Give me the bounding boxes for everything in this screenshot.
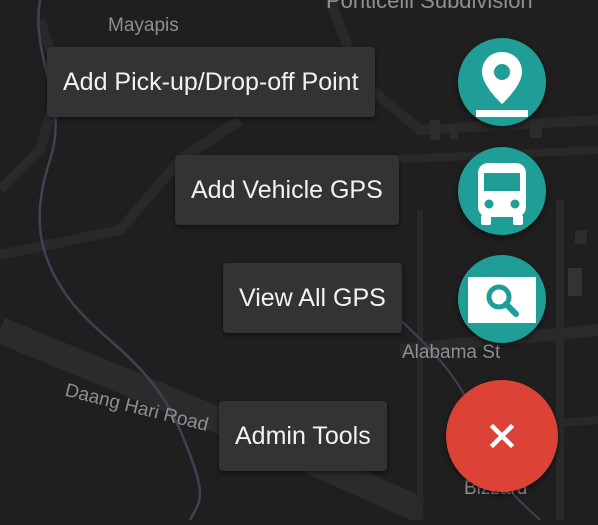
admin-tools-text: Admin Tools	[235, 421, 371, 450]
add-vehicle-gps-button[interactable]	[458, 147, 546, 235]
add-pickup-dropoff-button[interactable]	[458, 38, 546, 126]
close-icon	[489, 423, 515, 449]
view-all-gps-label[interactable]: View All GPS	[223, 263, 402, 333]
view-all-gps-button[interactable]	[458, 255, 546, 343]
add-vehicle-gps-label[interactable]: Add Vehicle GPS	[175, 155, 399, 225]
admin-tools-label[interactable]: Admin Tools	[219, 401, 387, 471]
map-label-alabama-st: Alabama St	[402, 342, 501, 363]
view-all-gps-text: View All GPS	[239, 283, 386, 312]
map-label-mayapis: Mayapis	[108, 15, 179, 36]
add-vehicle-gps-text: Add Vehicle GPS	[191, 175, 383, 204]
search-icon	[468, 277, 536, 323]
add-pickup-dropoff-label[interactable]: Add Pick-up/Drop-off Point	[47, 47, 375, 117]
map-label-subdivision: Ponticelli Subdivision	[326, 0, 533, 13]
add-pickup-dropoff-text: Add Pick-up/Drop-off Point	[63, 67, 359, 96]
bus-icon	[478, 163, 526, 225]
map-pin-icon	[476, 52, 528, 117]
admin-tools-close-button[interactable]	[446, 380, 558, 492]
